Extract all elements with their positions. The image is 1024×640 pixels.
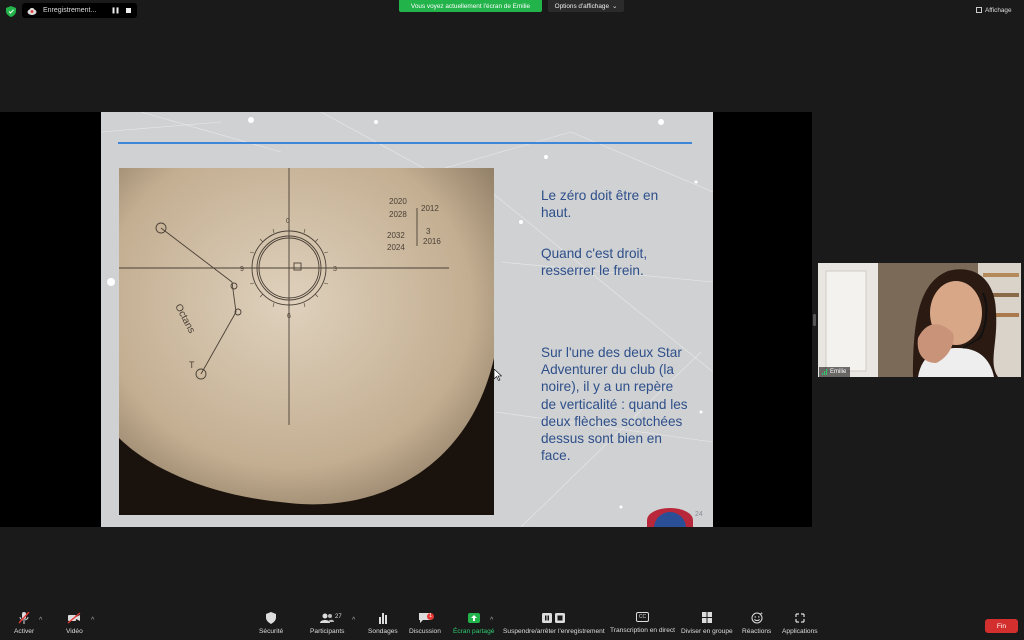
video-off-icon [67,612,81,624]
polar-scope-photo: 0 3 6 9 Octans T 2020 2028 2012 3 2032 2… [119,168,494,515]
title-divider [118,142,692,144]
participants-label: Participants [310,628,345,635]
svg-text:+: + [760,612,763,617]
stop-recording-button[interactable] [126,8,131,13]
chat-button[interactable]: 1 Discussion [409,612,441,635]
video-options-caret[interactable]: ^ [91,617,94,624]
smiley-icon: + [751,612,763,624]
slide-paragraph: Sur l'une des deux Star Adventurer du cl… [541,345,688,464]
share-screen-label: Écran partagé [453,628,495,635]
breakout-rooms-button[interactable]: Diviser en groupe [681,612,733,635]
chat-unread-badge: 1 [427,613,434,620]
recording-label: Enregistrement... [43,7,97,14]
t-mark-label: T [189,360,195,370]
apps-label: Applications [782,628,818,635]
unmute-label: Activer [14,628,35,635]
year-label: 3 [426,227,431,236]
security-label: Sécurité [259,628,284,635]
apps-button[interactable]: Applications [782,612,818,635]
pause-stop-icon [541,613,565,623]
presentation-slide: 0 3 6 9 Octans T 2020 2028 2012 3 2032 2… [101,112,713,527]
shield-icon[interactable] [6,6,16,17]
reactions-button[interactable]: + Réactions [742,612,771,635]
pause-recording-button[interactable]: ❚❚ [111,7,120,14]
bar-chart-icon [378,613,387,624]
cloud-record-icon [27,7,37,15]
closed-captions-icon: CC [636,612,649,622]
breakout-grid-icon [701,612,712,623]
participant-video[interactable] [818,263,1021,377]
participants-button[interactable]: 27 Participants [310,612,344,635]
view-options-label: Options d'affichage [554,2,610,10]
audio-options-caret[interactable]: ^ [39,617,42,624]
year-label: 2016 [423,237,441,246]
participants-count: 27 [335,614,342,620]
dial-3-label: 3 [333,266,337,273]
share-screen-icon [467,613,480,623]
club-logo [647,508,693,527]
pause-stop-recording-label: Suspendre/arrêter l'enregistrement [503,628,605,635]
pause-stop-recording-button[interactable]: Suspendre/arrêter l'enregistrement [503,612,605,635]
chat-label: Discussion [409,628,441,635]
reactions-label: Réactions [742,628,772,635]
shield-icon [266,612,277,624]
dial-9-label: 9 [240,266,244,273]
recording-indicator: Enregistrement... ❚❚ [22,3,137,18]
live-transcription-button[interactable]: CC Transcription en direct [610,612,675,634]
apps-icon [795,613,805,623]
dial-6-label: 6 [287,313,291,320]
participants-options-caret[interactable]: ^ [352,617,355,624]
video-button[interactable]: Vidéo [66,612,83,635]
polls-label: Sondages [368,628,398,635]
year-label: 2032 [387,231,405,240]
mouse-cursor-icon [494,369,502,381]
year-label: 2020 [389,197,407,206]
end-meeting-button[interactable]: Fin [985,619,1018,633]
slide-page-number: 24 [695,511,703,518]
share-options-caret[interactable]: ^ [490,617,493,624]
sharing-banner: Vous voyez actuellement l'écran de Emili… [399,0,542,12]
participant-name-tag: Emilie [819,367,851,377]
dial-0-label: 0 [286,218,290,225]
breakout-rooms-label: Diviser en groupe [681,628,733,635]
slide-paragraph: Quand c'est droit, resserrer le frein. [541,246,648,279]
signal-strength-icon [822,369,827,375]
slide-paragraph: Le zéro doit être en haut. [541,188,659,221]
view-button[interactable]: Affichage [976,4,1020,16]
resize-handle[interactable] [813,314,816,326]
unmute-button[interactable]: Activer [14,612,34,635]
video-label: Vidéo [66,628,83,635]
year-label: 2028 [389,210,407,219]
microphone-muted-icon [18,612,30,624]
year-label: 2012 [421,204,439,213]
grid-icon [976,7,982,13]
share-screen-button[interactable]: Écran partagé [453,612,494,635]
view-button-label: Affichage [985,6,1012,14]
participants-icon [320,613,335,623]
chevron-down-icon: ⌄ [612,3,618,10]
polls-button[interactable]: Sondages [368,612,398,635]
live-transcription-label: Transcription en direct [610,627,675,634]
year-label: 2024 [387,243,405,252]
participant-name: Emilie [830,369,847,375]
view-options-button[interactable]: Options d'affichage ⌄ [548,0,624,12]
security-button[interactable]: Sécurité [259,612,283,635]
